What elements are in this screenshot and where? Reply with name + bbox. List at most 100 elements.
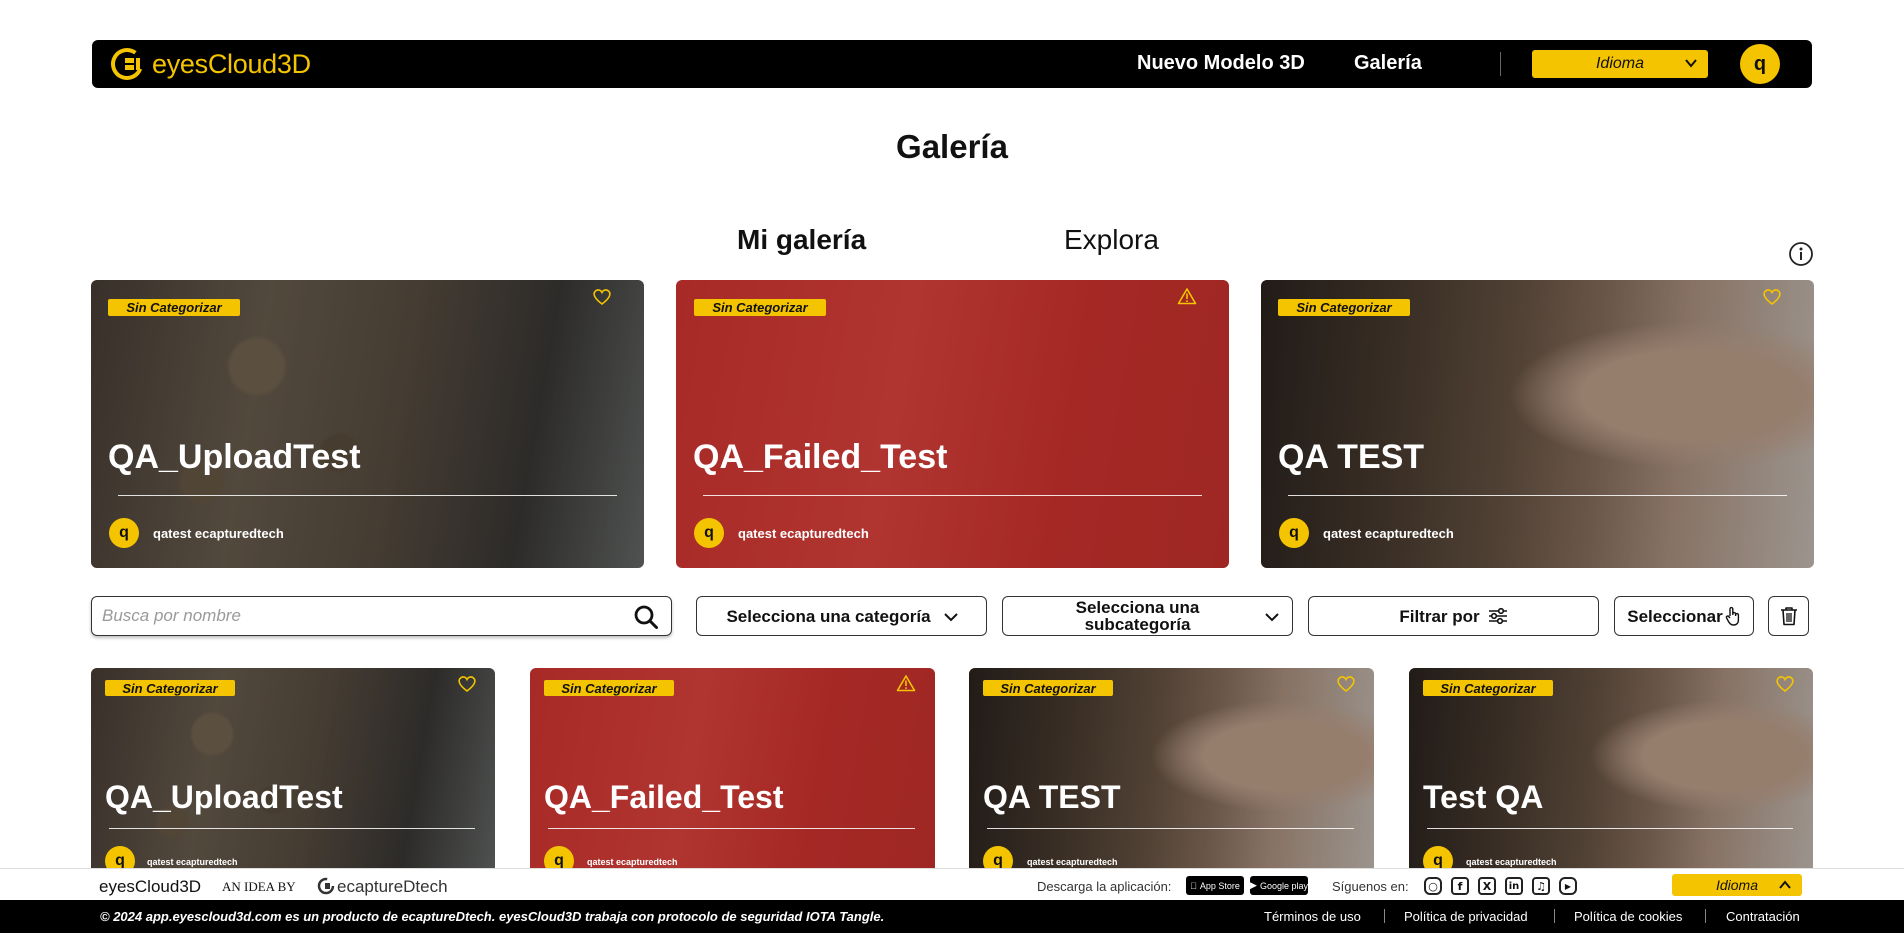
trash-icon [1780, 607, 1797, 626]
ecapturedtech-logo-icon [317, 877, 335, 895]
category-badge: Sin Categorizar [694, 299, 826, 316]
youtube-icon[interactable]: ▶ [1559, 877, 1577, 895]
footer-idea-by: AN IDEA BY [222, 879, 296, 894]
card-divider [118, 495, 617, 496]
footer-brand[interactable]: eyesCloud3D [99, 877, 201, 897]
tab-explore[interactable]: Explora [1064, 224, 1159, 256]
card-thumbnail [91, 668, 495, 888]
terms-link[interactable]: Términos de uso [1264, 909, 1361, 924]
cookies-link[interactable]: Política de cookies [1574, 909, 1682, 924]
chevron-down-icon [944, 613, 958, 622]
owner-name: qatest ecapturedtech [1323, 526, 1454, 541]
search-icon[interactable] [633, 604, 659, 630]
user-avatar[interactable]: q [1740, 44, 1780, 84]
privacy-link[interactable]: Política de privacidad [1404, 909, 1528, 924]
linkedin-icon[interactable]: in [1505, 877, 1523, 895]
owner-name: qatest ecapturedtech [153, 526, 284, 541]
x-icon[interactable]: X [1478, 877, 1496, 895]
gallery-card[interactable]: Sin Categorizar Test QA q qatest ecaptur… [1409, 668, 1813, 888]
heart-icon[interactable] [592, 288, 612, 306]
footer-download-label: Descarga la aplicación: [1037, 879, 1172, 894]
category-badge: Sin Categorizar [1278, 299, 1410, 316]
card-thumbnail [1261, 280, 1814, 568]
logo-icon [111, 48, 143, 80]
category-badge: Sin Categorizar [108, 299, 240, 316]
tab-my-gallery[interactable]: Mi galería [737, 224, 866, 256]
card-title: Test QA [1423, 779, 1544, 815]
card-divider [703, 495, 1202, 496]
app-store-badge[interactable]:  App Store [1186, 876, 1244, 895]
language-label: Idioma [1595, 55, 1645, 72]
filter-button[interactable]: Filtrar por [1308, 596, 1599, 636]
sliders-icon [1488, 607, 1507, 625]
heart-icon[interactable] [1336, 675, 1356, 693]
card-title: QA_UploadTest [108, 438, 361, 476]
gallery-card[interactable]: Sin Categorizar QA_Failed_Test q qatest … [530, 668, 935, 888]
footer-follow-label: Síguenos en: [1332, 879, 1409, 894]
owner-avatar: q [1279, 518, 1309, 548]
card-title: QA_Failed_Test [693, 438, 948, 476]
nav-gallery[interactable]: Galería [1354, 52, 1422, 75]
language-select[interactable]: Idioma [1532, 50, 1708, 78]
nav-divider [1500, 52, 1501, 76]
footer-language-select[interactable]: Idioma [1672, 874, 1802, 896]
card-thumbnail [969, 668, 1374, 888]
category-select-label: Selecciona una categoría [726, 606, 931, 626]
card-divider [548, 828, 915, 829]
page-title: Galería [896, 128, 1008, 165]
gallery-card[interactable]: Sin Categorizar QA_UploadTest q qatest e… [91, 668, 495, 888]
owner-name: qatest ecapturedtech [1466, 857, 1557, 867]
card-title: QA_Failed_Test [544, 779, 784, 815]
footer-link-divider [1705, 909, 1706, 923]
card-thumbnail [676, 280, 1229, 568]
google-play-badge[interactable]: ▶ Google play [1250, 876, 1308, 895]
card-divider [1288, 495, 1787, 496]
featured-card[interactable]: Sin Categorizar QA_UploadTest q qatest e… [91, 280, 644, 568]
category-badge: Sin Categorizar [983, 680, 1113, 696]
app-store-label: App Store [1196, 880, 1240, 891]
search-input[interactable] [102, 606, 582, 626]
heart-icon[interactable] [1762, 288, 1782, 306]
facebook-icon[interactable]: f [1451, 877, 1469, 895]
subcategory-select[interactable]: Selecciona una subcategoría [1002, 596, 1293, 636]
apple-icon:  [1190, 881, 1197, 891]
hand-pointer-icon [1725, 606, 1739, 626]
top-navbar: eyesCloud3D Nuevo Modelo 3D Galería Idio… [92, 40, 1812, 88]
owner-avatar: q [109, 518, 139, 548]
google-play-label: Google play [1259, 880, 1308, 891]
info-icon[interactable] [1788, 241, 1814, 267]
nav-new-model[interactable]: Nuevo Modelo 3D [1137, 52, 1305, 75]
heart-icon[interactable] [457, 675, 477, 693]
heart-icon[interactable] [1775, 675, 1795, 693]
play-icon: ▶ [1250, 880, 1257, 890]
category-badge: Sin Categorizar [544, 680, 674, 696]
featured-card[interactable]: Sin Categorizar QA TEST q qatest ecaptur… [1261, 280, 1814, 568]
instagram-icon[interactable]: ○ [1424, 877, 1442, 895]
category-select[interactable]: Selecciona una categoría [696, 596, 987, 636]
chevron-up-icon [1779, 880, 1791, 889]
card-thumbnail [91, 280, 644, 568]
footer-link-divider [1384, 909, 1385, 923]
tiktok-icon[interactable]: ♫ [1532, 877, 1550, 895]
featured-card[interactable]: Sin Categorizar QA_Failed_Test q qatest … [676, 280, 1229, 568]
logo-text: eyesCloud3D [152, 48, 311, 79]
owner-name: qatest ecapturedtech [587, 857, 678, 867]
owner-name: qatest ecapturedtech [1027, 857, 1118, 867]
chevron-down-icon [1265, 613, 1279, 622]
logo[interactable]: eyesCloud3D [110, 46, 311, 82]
delete-button[interactable] [1768, 596, 1809, 636]
filter-button-label: Filtrar por [1399, 606, 1480, 626]
card-title: QA TEST [983, 779, 1121, 815]
footer-company[interactable]: ecaptureDtech [337, 877, 448, 897]
footer-link-divider [1554, 909, 1555, 923]
gallery-card[interactable]: Sin Categorizar QA TEST q qatest ecaptur… [969, 668, 1374, 888]
card-divider [1427, 828, 1793, 829]
category-badge: Sin Categorizar [105, 680, 235, 696]
contracting-link[interactable]: Contratación [1726, 909, 1800, 924]
card-thumbnail [530, 668, 935, 888]
chevron-down-icon [1685, 59, 1697, 68]
subcategory-select-label: Selecciona una subcategoría [1075, 598, 1200, 634]
owner-avatar: q [694, 518, 724, 548]
select-button[interactable]: Seleccionar [1614, 596, 1754, 636]
category-badge: Sin Categorizar [1423, 680, 1553, 696]
